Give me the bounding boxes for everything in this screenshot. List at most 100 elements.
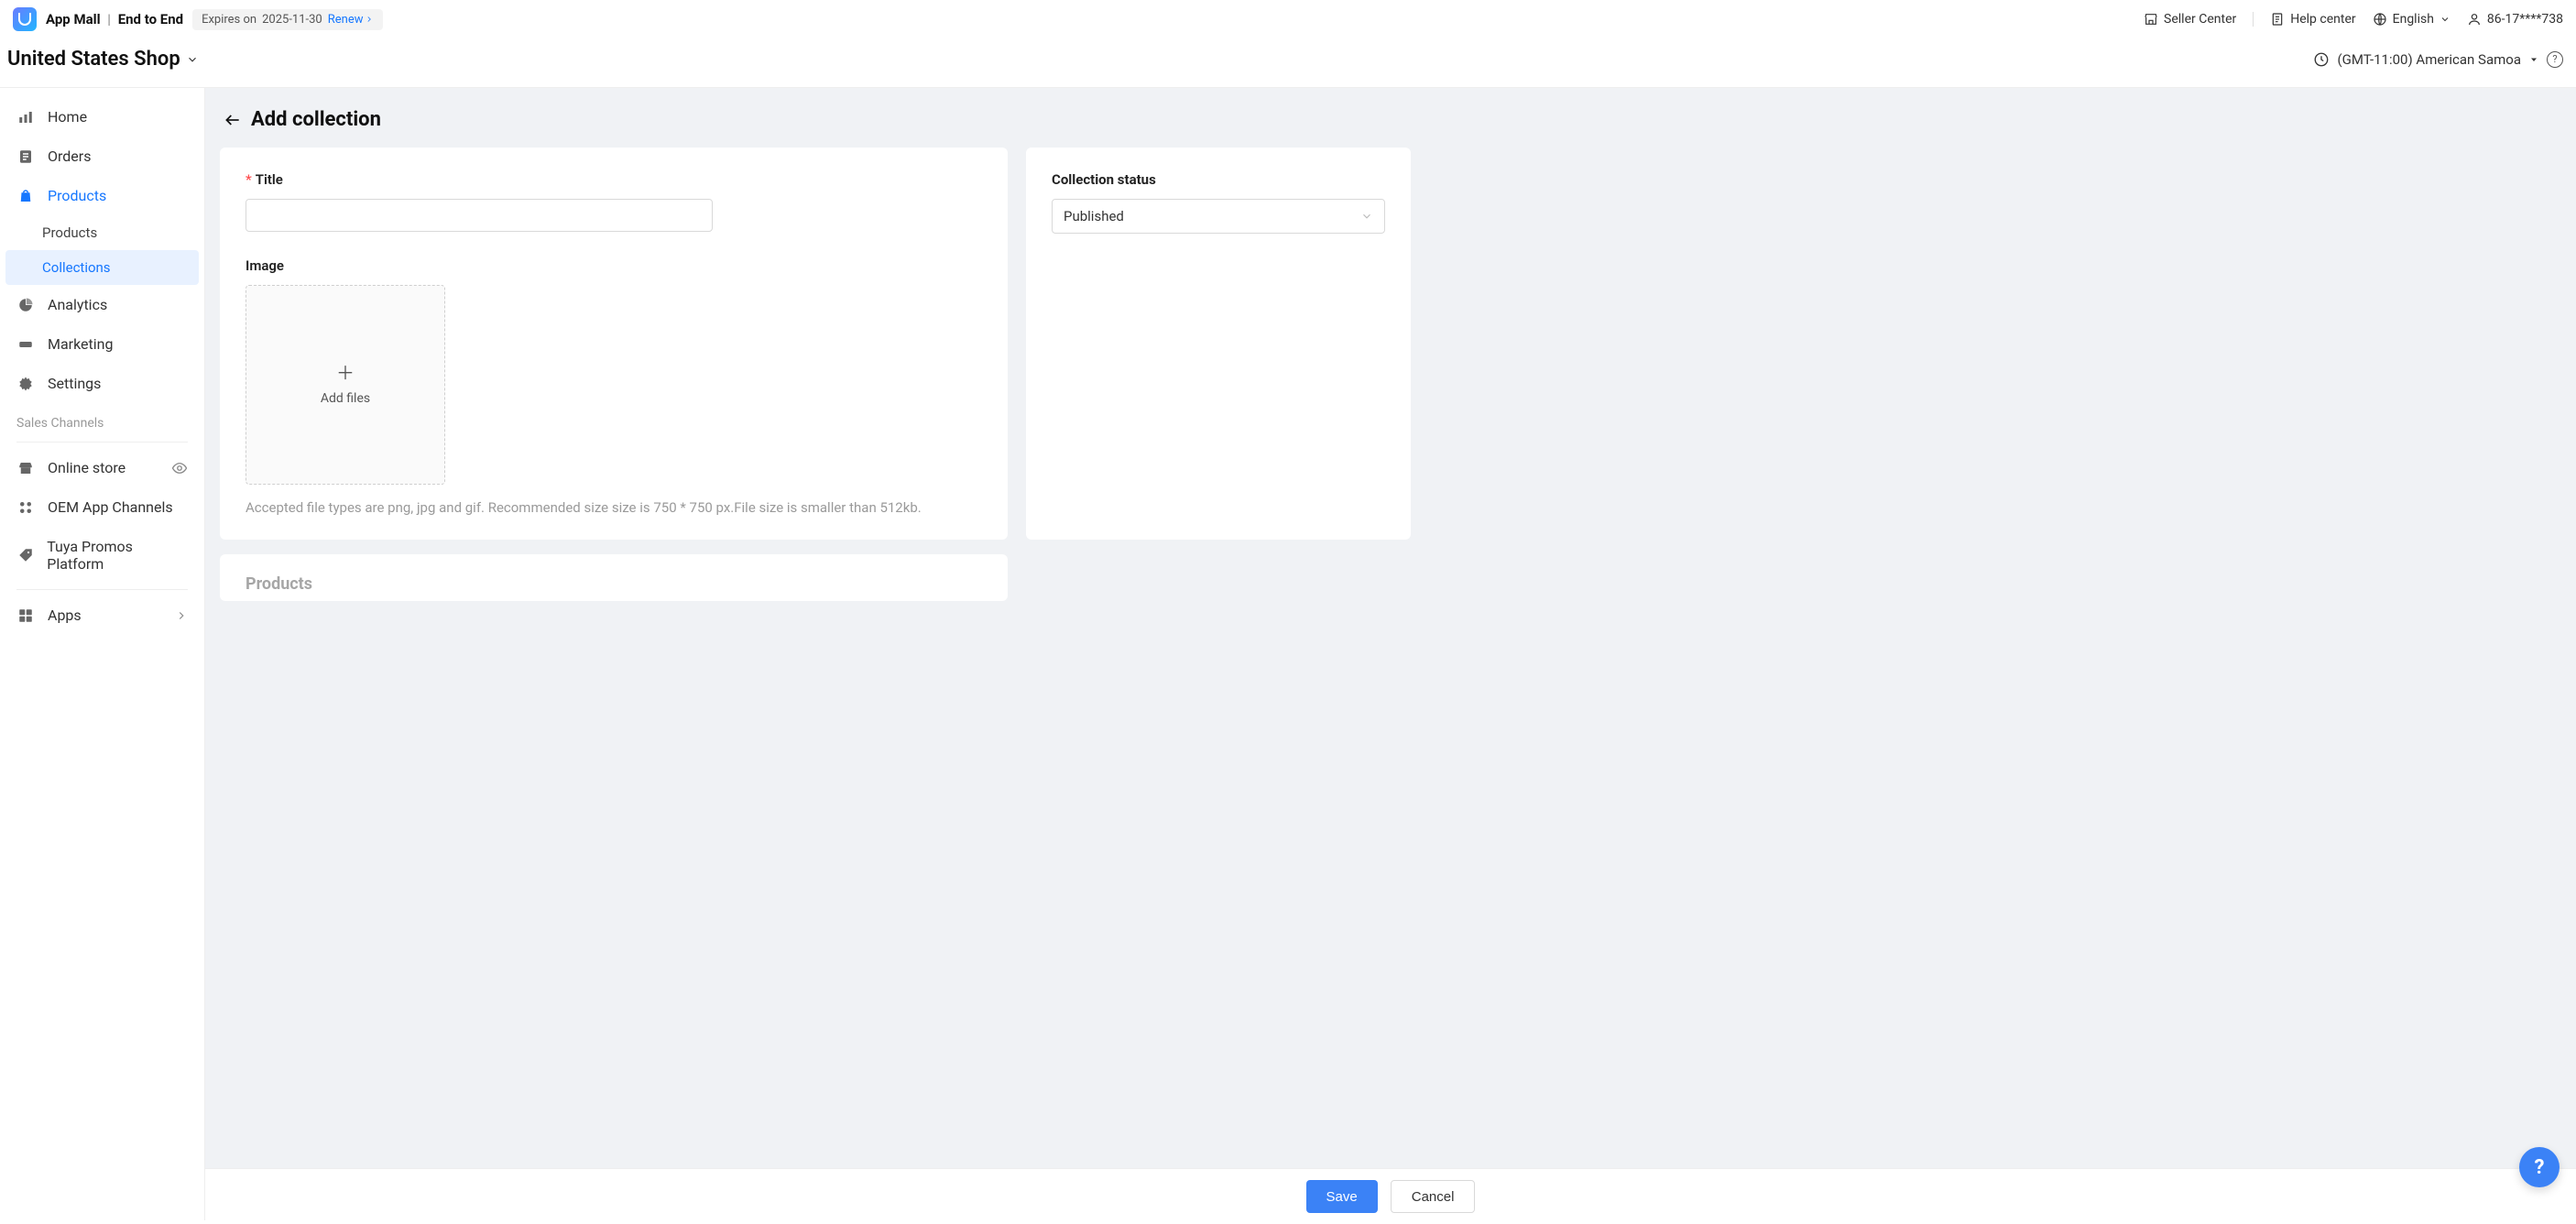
top-bar: App Mall | End to End Expires on 2025-11… [0, 0, 2576, 38]
language-label: English [2393, 12, 2434, 27]
content-row: * Title Image ＋ Add files Accepted file … [205, 148, 2576, 540]
sidebar-item-label: Tuya Promos Platform [47, 538, 188, 573]
image-hint: Accepted file types are png, jpg and gif… [246, 499, 982, 516]
chevron-right-icon [365, 15, 374, 24]
divider [2253, 12, 2254, 27]
sidebar-divider [16, 589, 188, 590]
form-card: * Title Image ＋ Add files Accepted file … [220, 148, 1008, 540]
sidebar-divider [16, 442, 188, 443]
page-title: Add collection [251, 108, 381, 131]
plus-icon: ＋ [336, 364, 355, 382]
top-bar-left: App Mall | End to End Expires on 2025-11… [13, 7, 383, 31]
sidebar-section-label: Sales Channels [0, 403, 204, 436]
sidebar-sub-products[interactable]: Products [0, 215, 204, 250]
user-icon [2467, 12, 2482, 27]
sidebar-item-label: OEM App Channels [48, 498, 173, 516]
chevron-right-icon [175, 609, 188, 622]
status-card: Collection status Published [1026, 148, 1411, 540]
renew-link[interactable]: Renew [328, 13, 375, 27]
help-center-link[interactable]: Help center [2270, 12, 2355, 27]
seller-center-label: Seller Center [2164, 12, 2236, 27]
chevron-down-icon [186, 53, 199, 66]
required-mark: * [246, 171, 252, 188]
sidebar-item-products[interactable]: Products [0, 176, 204, 215]
expiry-date: 2025-11-30 [262, 13, 322, 27]
tag-icon [16, 547, 34, 563]
status-select[interactable]: Published [1052, 199, 1385, 234]
sidebar-item-online-store[interactable]: Online store [0, 448, 204, 487]
pie-icon [16, 297, 35, 313]
sidebar-item-home[interactable]: Home [0, 97, 204, 137]
sidebar-sub-label: Products [42, 224, 97, 241]
title-input[interactable] [246, 199, 713, 232]
brand-separator: | [107, 11, 111, 27]
status-value: Published [1064, 208, 1124, 224]
sidebar-item-label: Home [48, 108, 87, 126]
help-center-label: Help center [2290, 12, 2355, 27]
add-files-label: Add files [321, 391, 370, 406]
top-bar-right: Seller Center Help center English 86-17*… [2144, 12, 2563, 27]
orders-icon [16, 148, 35, 165]
brand-left: App Mall [46, 11, 101, 27]
timezone-help-icon[interactable]: ? [2547, 51, 2563, 68]
eye-icon[interactable] [171, 460, 188, 476]
sidebar-item-marketing[interactable]: Marketing [0, 324, 204, 364]
user-menu[interactable]: 86-17****738 [2467, 12, 2563, 27]
caret-down-icon [2528, 54, 2539, 65]
timezone-area: (GMT-11:00) American Samoa ? [2313, 51, 2563, 68]
sidebar-item-oem[interactable]: OEM App Channels [0, 487, 204, 527]
clock-icon [2313, 51, 2330, 68]
globe-icon [2373, 12, 2387, 27]
sidebar-item-label: Orders [48, 148, 91, 165]
shop-row: United States Shop (GMT-11:00) American … [0, 38, 2576, 88]
gear-icon [16, 376, 35, 392]
page-header: Add collection [205, 88, 2576, 148]
sidebar-item-label: Marketing [48, 335, 113, 353]
sidebar-item-label: Settings [48, 375, 101, 392]
document-icon [2270, 12, 2285, 27]
sidebar-item-tuya[interactable]: Tuya Promos Platform [0, 527, 204, 584]
arrow-left-icon [224, 111, 242, 129]
products-heading: Products [246, 574, 982, 594]
megaphone-icon [16, 336, 35, 353]
status-label: Collection status [1052, 171, 1385, 188]
expiry-pill: Expires on 2025-11-30 Renew [192, 9, 383, 30]
timezone-label: (GMT-11:00) American Samoa [2337, 51, 2521, 68]
seller-center-link[interactable]: Seller Center [2144, 12, 2236, 27]
renew-label: Renew [328, 13, 364, 27]
floating-help-button[interactable]: ? [2519, 1147, 2560, 1187]
sidebar-sub-collections[interactable]: Collections [5, 250, 199, 285]
bag-icon [16, 188, 35, 204]
save-button[interactable]: Save [1306, 1180, 1378, 1213]
image-section: Image ＋ Add files Accepted file types ar… [246, 257, 982, 516]
title-label-text: Title [256, 171, 283, 188]
sidebar-item-analytics[interactable]: Analytics [0, 285, 204, 324]
image-label: Image [246, 257, 982, 274]
chevron-down-icon [2440, 14, 2450, 25]
app-logo [13, 7, 37, 31]
brand-right: End to End [118, 11, 183, 27]
sidebar-item-label: Online store [48, 459, 126, 476]
image-dropzone[interactable]: ＋ Add files [246, 285, 445, 485]
footer-actions: Save Cancel [205, 1168, 2576, 1224]
timezone-selector[interactable]: (GMT-11:00) American Samoa [2337, 51, 2539, 68]
chevron-down-icon [1360, 210, 1373, 223]
cancel-button[interactable]: Cancel [1391, 1180, 1476, 1213]
sidebar-item-label: Products [48, 187, 106, 204]
language-selector[interactable]: English [2373, 12, 2450, 27]
main-content: Add collection * Title Image ＋ Add files… [205, 88, 2576, 1220]
sidebar-item-orders[interactable]: Orders [0, 137, 204, 176]
sidebar-item-settings[interactable]: Settings [0, 364, 204, 403]
shop-name-label: United States Shop [7, 48, 180, 71]
shop-selector[interactable]: United States Shop [7, 48, 199, 71]
sidebar: Home Orders Products Products Collection… [0, 88, 205, 1220]
grid-icon [16, 499, 35, 516]
sidebar-sub-label: Collections [42, 259, 111, 276]
store-icon [2144, 12, 2158, 27]
brand-title: App Mall | End to End [46, 11, 183, 27]
title-label: * Title [246, 171, 982, 188]
sidebar-item-apps[interactable]: Apps [0, 596, 204, 635]
back-button[interactable] [224, 111, 242, 129]
sidebar-item-label: Analytics [48, 296, 107, 313]
apps-icon [16, 607, 35, 624]
